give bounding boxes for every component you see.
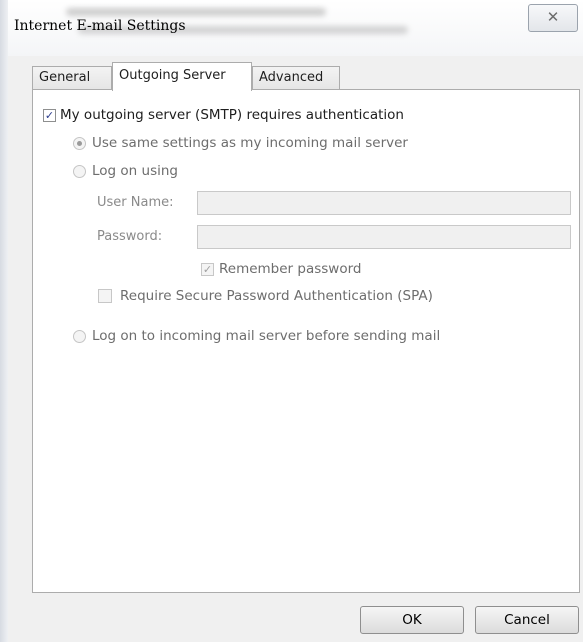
password-label: Password: [97,229,163,244]
use-same-settings-label: Use same settings as my incoming mail se… [92,135,408,151]
log-on-incoming-label: Log on to incoming mail server before se… [92,328,441,344]
tab-advanced[interactable]: Advanced [252,66,340,90]
requires-auth-checkbox[interactable]: ✓ [43,108,56,122]
ok-button[interactable]: OK [360,606,464,634]
password-input[interactable] [197,225,571,249]
remember-password-row[interactable]: ✓ Remember password [201,261,362,277]
remember-password-checkbox[interactable]: ✓ [201,262,214,276]
check-icon: ✓ [202,262,213,276]
cancel-button[interactable]: Cancel [475,606,579,634]
close-icon: ✕ [546,8,560,26]
log-on-incoming-radio[interactable] [73,329,86,343]
remember-password-label: Remember password [219,261,362,277]
tab-outgoing-server[interactable]: Outgoing Server [112,62,252,91]
use-same-settings-row[interactable]: Use same settings as my incoming mail se… [73,135,408,151]
requires-auth-row[interactable]: ✓ My outgoing server (SMTP) requires aut… [43,107,404,123]
internet-email-settings-dialog: Internet E-mail Settings ✕ General Outgo… [8,0,583,642]
spa-checkbox[interactable] [98,289,112,303]
spa-row[interactable]: Require Secure Password Authentication (… [98,288,433,304]
tab-strip: General Outgoing Server Advanced [32,62,572,91]
spa-label: Require Secure Password Authentication (… [120,288,433,304]
use-same-settings-radio[interactable] [73,136,86,150]
log-on-using-label: Log on using [92,163,178,179]
log-on-incoming-row[interactable]: Log on to incoming mail server before se… [73,328,440,344]
log-on-using-radio[interactable] [73,164,86,178]
close-button[interactable]: ✕ [528,4,578,32]
tab-general[interactable]: General [32,66,112,90]
window-title: Internet E-mail Settings [14,18,186,34]
requires-auth-label: My outgoing server (SMTP) requires authe… [60,107,404,123]
user-name-label: User Name: [97,195,174,210]
user-name-input[interactable] [197,191,571,215]
log-on-using-row[interactable]: Log on using [73,163,178,179]
title-bar: Internet E-mail Settings ✕ [8,0,583,56]
outgoing-server-panel: ✓ My outgoing server (SMTP) requires aut… [32,89,580,593]
check-icon: ✓ [44,108,55,122]
